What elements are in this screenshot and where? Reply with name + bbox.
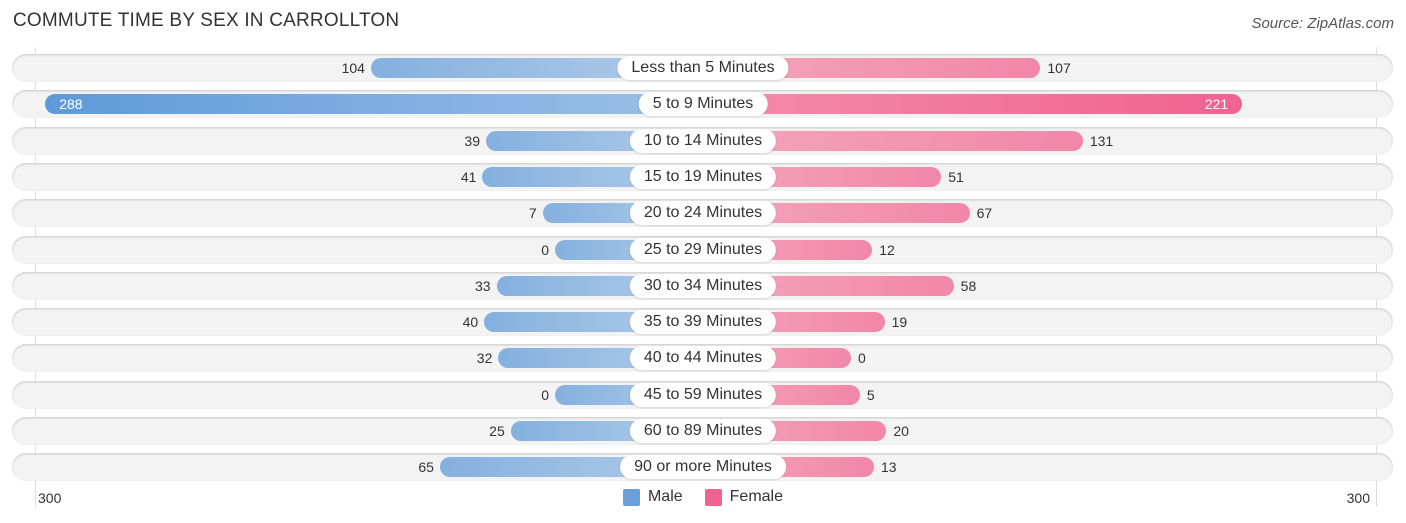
category-label: 5 to 9 Minutes bbox=[638, 92, 768, 117]
value-label-male: 104 bbox=[341, 60, 365, 76]
category-label: 45 to 59 Minutes bbox=[629, 382, 777, 407]
category-label: 15 to 19 Minutes bbox=[629, 164, 777, 189]
value-label-female: 5 bbox=[866, 386, 875, 403]
category-label: 60 to 89 Minutes bbox=[629, 419, 777, 443]
value-label-female: 107 bbox=[1047, 60, 1071, 76]
legend-item-male: Male bbox=[622, 488, 683, 506]
value-label-male: 0 bbox=[541, 386, 549, 403]
legend-swatch-female bbox=[704, 488, 722, 506]
value-label-male: 25 bbox=[489, 423, 505, 439]
category-label: Less than 5 Minutes bbox=[617, 56, 789, 80]
value-label-female: 20 bbox=[893, 423, 909, 439]
value-label-male: 288 bbox=[59, 96, 83, 113]
value-label-female: 0 bbox=[858, 350, 866, 367]
bar-male bbox=[45, 94, 703, 115]
legend-label-male: Male bbox=[647, 488, 683, 505]
value-label-female: 58 bbox=[960, 277, 977, 294]
value-label-male: 41 bbox=[460, 168, 477, 185]
category-label: 10 to 14 Minutes bbox=[629, 128, 777, 153]
value-label-female: 13 bbox=[881, 459, 897, 476]
value-label-female: 221 bbox=[1204, 96, 1229, 113]
category-label: 20 to 24 Minutes bbox=[629, 201, 777, 226]
value-label-female: 19 bbox=[891, 314, 908, 331]
value-label-female: 131 bbox=[1089, 132, 1114, 149]
category-label: 40 to 44 Minutes bbox=[629, 346, 777, 371]
value-label-male: 0 bbox=[541, 241, 549, 258]
value-label-female: 67 bbox=[976, 205, 993, 222]
value-label-female: 12 bbox=[879, 241, 895, 258]
value-label-male: 40 bbox=[462, 314, 479, 331]
legend-label-female: Female bbox=[729, 488, 784, 505]
chart: COMMUTE TIME BY SEX IN CARROLLTON Source… bbox=[0, 0, 1406, 523]
value-label-male: 39 bbox=[464, 132, 480, 149]
category-label: 90 or more Minutes bbox=[620, 455, 786, 480]
category-label: 30 to 34 Minutes bbox=[629, 273, 777, 298]
value-label-male: 32 bbox=[476, 350, 493, 367]
bar-female bbox=[703, 94, 1243, 115]
value-label-female: 51 bbox=[948, 168, 964, 185]
category-label: 25 to 29 Minutes bbox=[629, 237, 777, 262]
category-label: 35 to 39 Minutes bbox=[629, 310, 777, 335]
value-label-male: 33 bbox=[475, 277, 491, 294]
value-label-male: 7 bbox=[528, 205, 537, 222]
value-label-male: 65 bbox=[418, 459, 434, 476]
legend-item-female: Female bbox=[704, 488, 784, 506]
source-label: Source: ZipAtlas.com bbox=[1251, 15, 1394, 32]
legend-swatch-male bbox=[622, 488, 640, 506]
legend: Male Female bbox=[0, 488, 1406, 506]
chart-title: COMMUTE TIME BY SEX IN CARROLLTON bbox=[13, 10, 400, 31]
